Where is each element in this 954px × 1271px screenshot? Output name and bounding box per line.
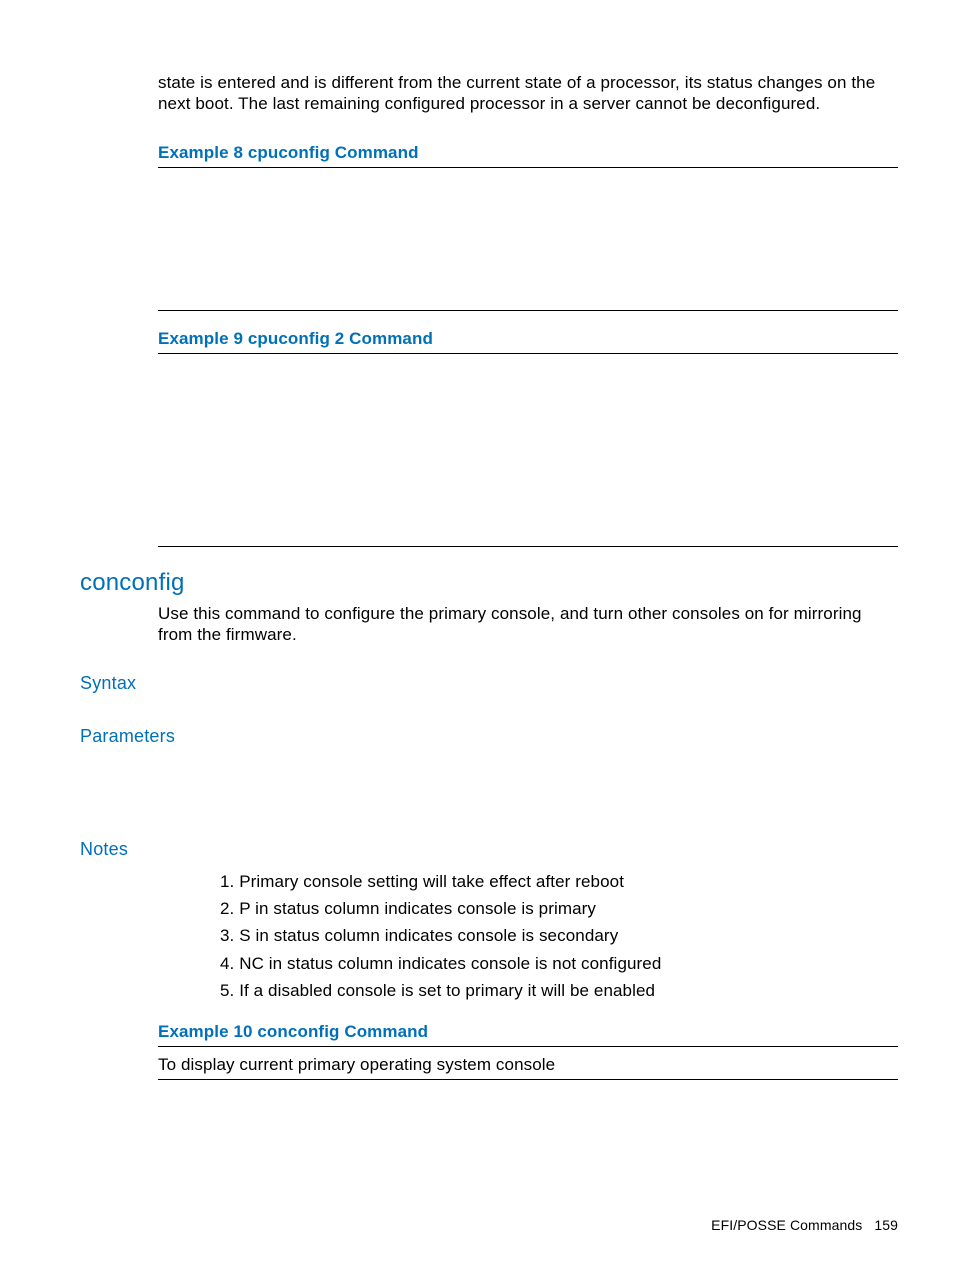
example-10-description: To display current primary operating sys…	[158, 1055, 898, 1075]
footer-section-label: EFI/POSSE Commands	[711, 1217, 862, 1233]
example-10-title: Example 10 conconfig Command	[158, 1022, 898, 1042]
parameters-heading: Parameters	[80, 726, 898, 747]
note-num: 5.	[220, 981, 239, 1000]
rule	[158, 546, 898, 547]
note-num: 2.	[220, 899, 239, 918]
notes-list: 1. Primary console setting will take eff…	[220, 868, 898, 1004]
conconfig-description: Use this command to configure the primar…	[158, 603, 898, 646]
notes-heading: Notes	[80, 839, 898, 860]
note-item: 4. NC in status column indicates console…	[220, 950, 898, 977]
page-footer: EFI/POSSE Commands 159	[711, 1217, 898, 1233]
example-8-title: Example 8 cpuconfig Command	[158, 143, 898, 163]
note-num: 3.	[220, 926, 239, 945]
footer-page-number: 159	[874, 1217, 898, 1233]
note-item: 3. S in status column indicates console …	[220, 922, 898, 949]
note-text: S in status column indicates console is …	[239, 926, 618, 945]
note-num: 1.	[220, 872, 239, 891]
parameters-body-placeholder	[56, 753, 898, 815]
note-text: NC in status column indicates console is…	[239, 954, 661, 973]
note-num: 4.	[220, 954, 239, 973]
note-text: Primary console setting will take effect…	[239, 872, 624, 891]
rule	[158, 310, 898, 311]
note-text: If a disabled console is set to primary …	[239, 981, 655, 1000]
syntax-heading: Syntax	[80, 673, 898, 694]
note-item: 2. P in status column indicates console …	[220, 895, 898, 922]
intro-paragraph: state is entered and is different from t…	[158, 72, 898, 115]
page: state is entered and is different from t…	[0, 0, 954, 1271]
rule	[158, 1079, 898, 1080]
section-heading-conconfig: conconfig	[80, 569, 898, 597]
example-9-body-placeholder	[56, 354, 898, 544]
example-9-title: Example 9 cpuconfig 2 Command	[158, 329, 898, 349]
example-8-body-placeholder	[56, 168, 898, 308]
note-item: 1. Primary console setting will take eff…	[220, 868, 898, 895]
note-item: 5. If a disabled console is set to prima…	[220, 977, 898, 1004]
note-text: P in status column indicates console is …	[239, 899, 596, 918]
rule	[158, 1046, 898, 1047]
